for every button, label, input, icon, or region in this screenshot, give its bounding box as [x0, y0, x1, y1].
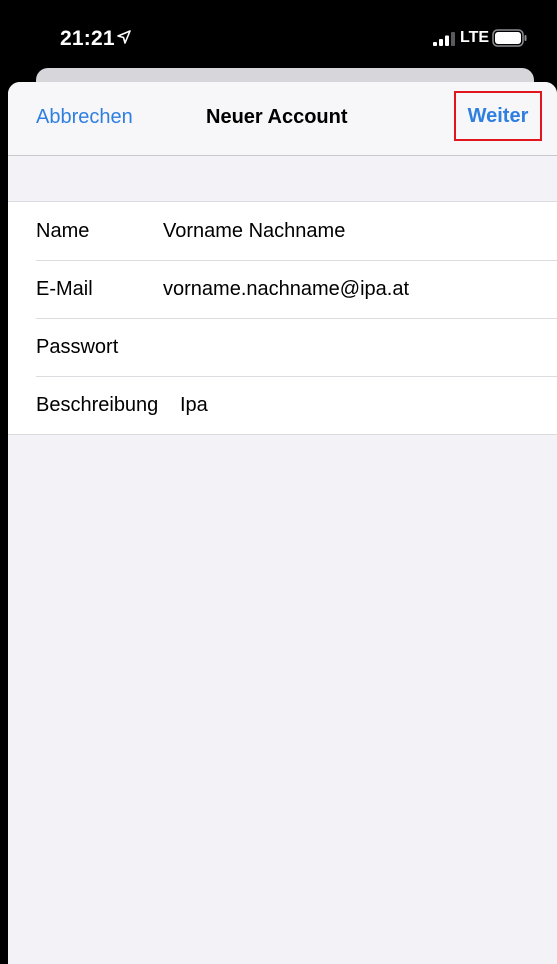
status-bar: 21:21 LTE	[0, 0, 557, 68]
next-button[interactable]: Weiter	[454, 91, 542, 141]
name-label: Name	[36, 220, 90, 242]
description-value[interactable]: Ipa	[180, 394, 208, 417]
cancel-button[interactable]: Abbrechen	[36, 106, 133, 129]
status-time: 21:21	[60, 27, 115, 50]
cellular-signal-icon	[433, 32, 455, 46]
email-value[interactable]: vorname.nachname@ipa.at	[163, 278, 409, 301]
name-field[interactable]: Name Vorname Nachname	[8, 202, 557, 260]
description-label: Beschreibung	[36, 394, 159, 416]
network-type-label: LTE	[460, 29, 490, 46]
description-field[interactable]: Beschreibung Ipa	[8, 376, 557, 434]
account-form: Name Vorname Nachname E-Mail vorname.nac…	[8, 201, 557, 435]
navigation-bar: Abbrechen Neuer Account Weiter	[8, 82, 557, 156]
password-field[interactable]: Passwort	[8, 318, 557, 376]
location-arrow-icon	[117, 30, 131, 44]
email-field[interactable]: E-Mail vorname.nachname@ipa.at	[8, 260, 557, 318]
name-value[interactable]: Vorname Nachname	[163, 220, 345, 243]
email-label: E-Mail	[36, 278, 93, 300]
new-account-sheet: Abbrechen Neuer Account Weiter Name Vorn…	[8, 82, 557, 964]
battery-icon	[492, 29, 527, 47]
page-title: Neuer Account	[206, 106, 348, 128]
password-label: Passwort	[36, 336, 119, 358]
screen: 21:21 LTE Abbrechen Neuer Account Weiter…	[0, 0, 557, 964]
